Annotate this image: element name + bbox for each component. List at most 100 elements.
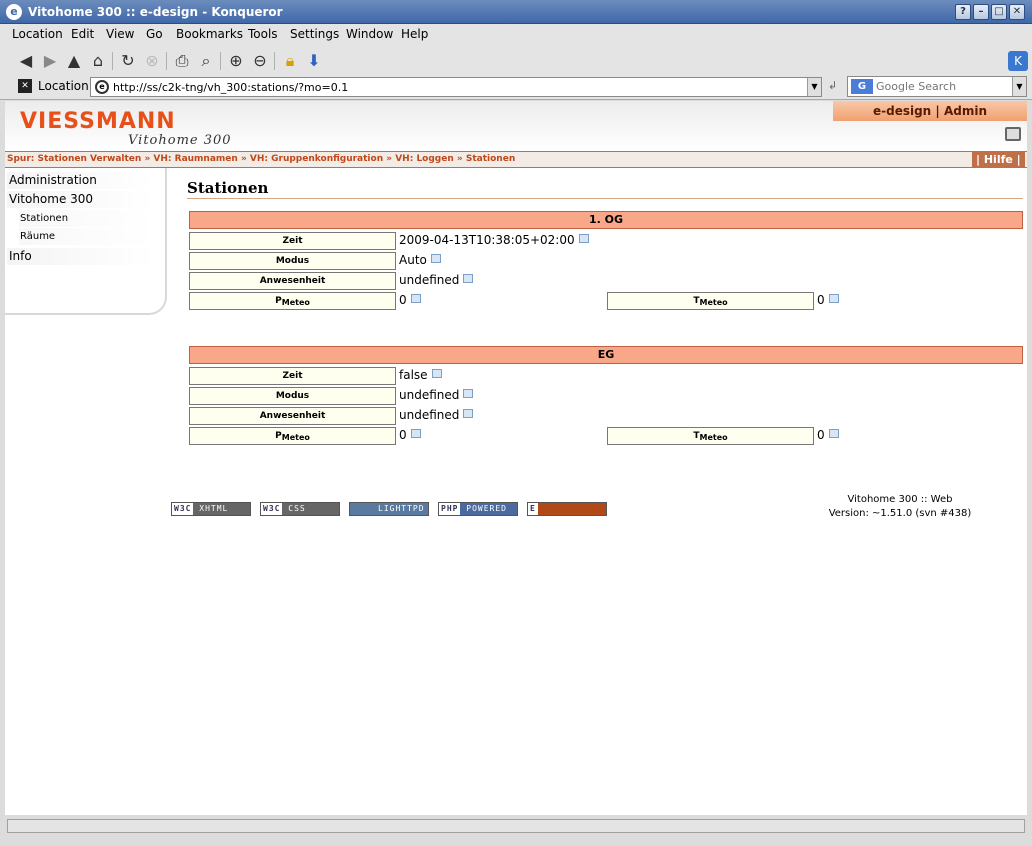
window-titlebar[interactable]: e Vitohome 300 :: e-design - Konqueror ?… <box>0 0 1032 24</box>
menu-settings[interactable]: Settings <box>290 27 339 41</box>
menubar: Location Edit View Go Bookmarks Tools Se… <box>0 24 1032 46</box>
chart-icon[interactable] <box>410 429 421 438</box>
css-badge[interactable]: W3C CSS <box>260 502 340 516</box>
print-icon[interactable]: ⎙ <box>172 51 192 71</box>
minimize-button[interactable]: – <box>973 4 989 20</box>
home-icon[interactable]: ⌂ <box>88 51 108 71</box>
chart-icon[interactable] <box>463 389 474 398</box>
pmeteo-main: P <box>275 296 282 306</box>
sidebar: Administration Vitohome 300 Stationen Rä… <box>5 168 167 315</box>
tmeteo-label: TMeteo <box>607 292 814 310</box>
go-icon[interactable]: ↲ <box>828 79 842 95</box>
tmeteo-label: TMeteo <box>607 427 814 445</box>
modus-label: Modus <box>189 387 396 405</box>
chart-icon[interactable] <box>828 294 839 303</box>
zoom-in-icon[interactable]: ⊕ <box>226 51 246 71</box>
pmeteo-main: P <box>275 431 282 441</box>
anwesenheit-value: undefined <box>399 408 474 422</box>
tmeteo-value: 0 <box>817 293 839 307</box>
back-icon[interactable]: ◀ <box>16 51 36 71</box>
badge-mark: E <box>528 503 538 515</box>
chart-icon[interactable] <box>578 234 589 243</box>
stop-icon[interactable]: ⊗ <box>142 51 162 71</box>
location-label: Location: <box>38 79 93 93</box>
sidebar-item-stationen[interactable]: Stationen <box>19 210 155 227</box>
footer-product: Vitohome 300 :: Web <box>847 494 953 505</box>
forward-icon[interactable]: ▶ <box>40 51 60 71</box>
search-input[interactable] <box>876 79 1010 94</box>
menu-view[interactable]: View <box>106 27 134 41</box>
zoom-out-icon[interactable]: ⊖ <box>250 51 270 71</box>
download-icon[interactable]: ⬇ <box>304 51 324 71</box>
tmeteo-sub: Meteo <box>699 298 728 307</box>
eaccelerator-badge[interactable]: E ACCELERATOR <box>527 502 607 525</box>
user-label[interactable]: e-design | Admin <box>833 101 1027 121</box>
up-icon[interactable]: ▲ <box>64 51 84 71</box>
sidebar-item-info[interactable]: Info <box>7 248 155 265</box>
maximize-button[interactable]: □ <box>991 4 1007 20</box>
chart-icon[interactable] <box>828 429 839 438</box>
menu-location[interactable]: Location <box>12 27 63 41</box>
breadcrumb-item[interactable]: Stationen Verwalten <box>38 154 142 164</box>
breadcrumb-prefix: Spur: <box>7 154 35 164</box>
menu-edit[interactable]: Edit <box>71 27 94 41</box>
google-icon[interactable]: G <box>851 79 873 94</box>
status-bar <box>7 819 1025 833</box>
breadcrumb-item[interactable]: VH: Gruppenkonfiguration <box>250 154 383 164</box>
url-text[interactable]: http://ss/c2k-tng/vh_300:stations/?mo=0.… <box>113 81 348 94</box>
xhtml-badge[interactable]: W3C XHTML 1.0 <box>171 502 251 525</box>
window-edge <box>1027 101 1032 815</box>
page-title: Stationen <box>187 179 269 197</box>
clear-location-icon[interactable]: ✕ <box>18 79 32 93</box>
sidebar-item-vitohome[interactable]: Vitohome 300 <box>7 191 155 208</box>
lock-icon[interactable]: 🔒︎ <box>280 51 300 71</box>
zeit-label: Zeit <box>189 367 396 385</box>
chart-icon[interactable] <box>430 254 441 263</box>
print-page-icon[interactable] <box>1005 127 1021 141</box>
search-box[interactable]: G ▼ <box>847 76 1027 97</box>
breadcrumb-sep: » <box>240 154 247 164</box>
sidebar-item-administration[interactable]: Administration <box>7 172 155 189</box>
toolbar-separator <box>112 52 113 70</box>
badge-text: ACCELERATOR <box>528 516 592 525</box>
pmeteo-value: 0 <box>399 428 421 442</box>
pmeteo-label: PMeteo <box>189 427 396 445</box>
anwesenheit-text: undefined <box>399 408 460 422</box>
chart-icon[interactable] <box>431 369 442 378</box>
chart-icon[interactable] <box>463 274 474 283</box>
konqueror-icon[interactable]: e <box>6 4 22 20</box>
group-header: 1. OG <box>189 211 1023 229</box>
breadcrumb-sep: » <box>144 154 151 164</box>
help-link[interactable]: | Hilfe | <box>972 152 1025 167</box>
close-button[interactable]: ✕ <box>1009 4 1025 20</box>
url-field[interactable]: e http://ss/c2k-tng/vh_300:stations/?mo=… <box>90 77 822 97</box>
lighttpd-badge[interactable]: LIGHTTPD <box>349 502 429 516</box>
help-window-button[interactable]: ? <box>955 4 971 20</box>
modus-text: undefined <box>399 388 460 402</box>
tmeteo-text: 0 <box>817 428 825 442</box>
reload-icon[interactable]: ↻ <box>118 51 138 71</box>
menu-window[interactable]: Window <box>346 27 393 41</box>
php-badge[interactable]: PHP POWERED <box>438 502 518 516</box>
modus-label: Modus <box>189 252 396 270</box>
url-dropdown-icon[interactable]: ▼ <box>807 78 821 96</box>
badge-text: POWERED <box>466 504 507 513</box>
breadcrumb-item[interactable]: VH: Raumnamen <box>153 154 237 164</box>
pmeteo-sub: Meteo <box>281 433 310 442</box>
site-header: VIESSMANN Vitohome 300 e-design | Admin <box>5 101 1027 151</box>
menu-go[interactable]: Go <box>146 27 163 41</box>
page-content: VIESSMANN Vitohome 300 e-design | Admin … <box>5 101 1027 815</box>
breadcrumb-item[interactable]: VH: Loggen <box>395 154 454 164</box>
breadcrumb-sep: » <box>386 154 393 164</box>
version-info: Vitohome 300 :: Web Version: ~1.51.0 (sv… <box>825 493 975 521</box>
menu-tools[interactable]: Tools <box>248 27 278 41</box>
print-preview-icon[interactable]: ⌕ <box>196 51 216 71</box>
viessmann-logo[interactable]: VIESSMANN <box>20 109 176 134</box>
breadcrumb-item[interactable]: Stationen <box>466 154 515 164</box>
menu-bookmarks[interactable]: Bookmarks <box>176 27 243 41</box>
chart-icon[interactable] <box>410 294 421 303</box>
search-dropdown-icon[interactable]: ▼ <box>1012 77 1026 96</box>
chart-icon[interactable] <box>463 409 474 418</box>
menu-help[interactable]: Help <box>401 27 428 41</box>
sidebar-item-raeume[interactable]: Räume <box>19 228 155 245</box>
